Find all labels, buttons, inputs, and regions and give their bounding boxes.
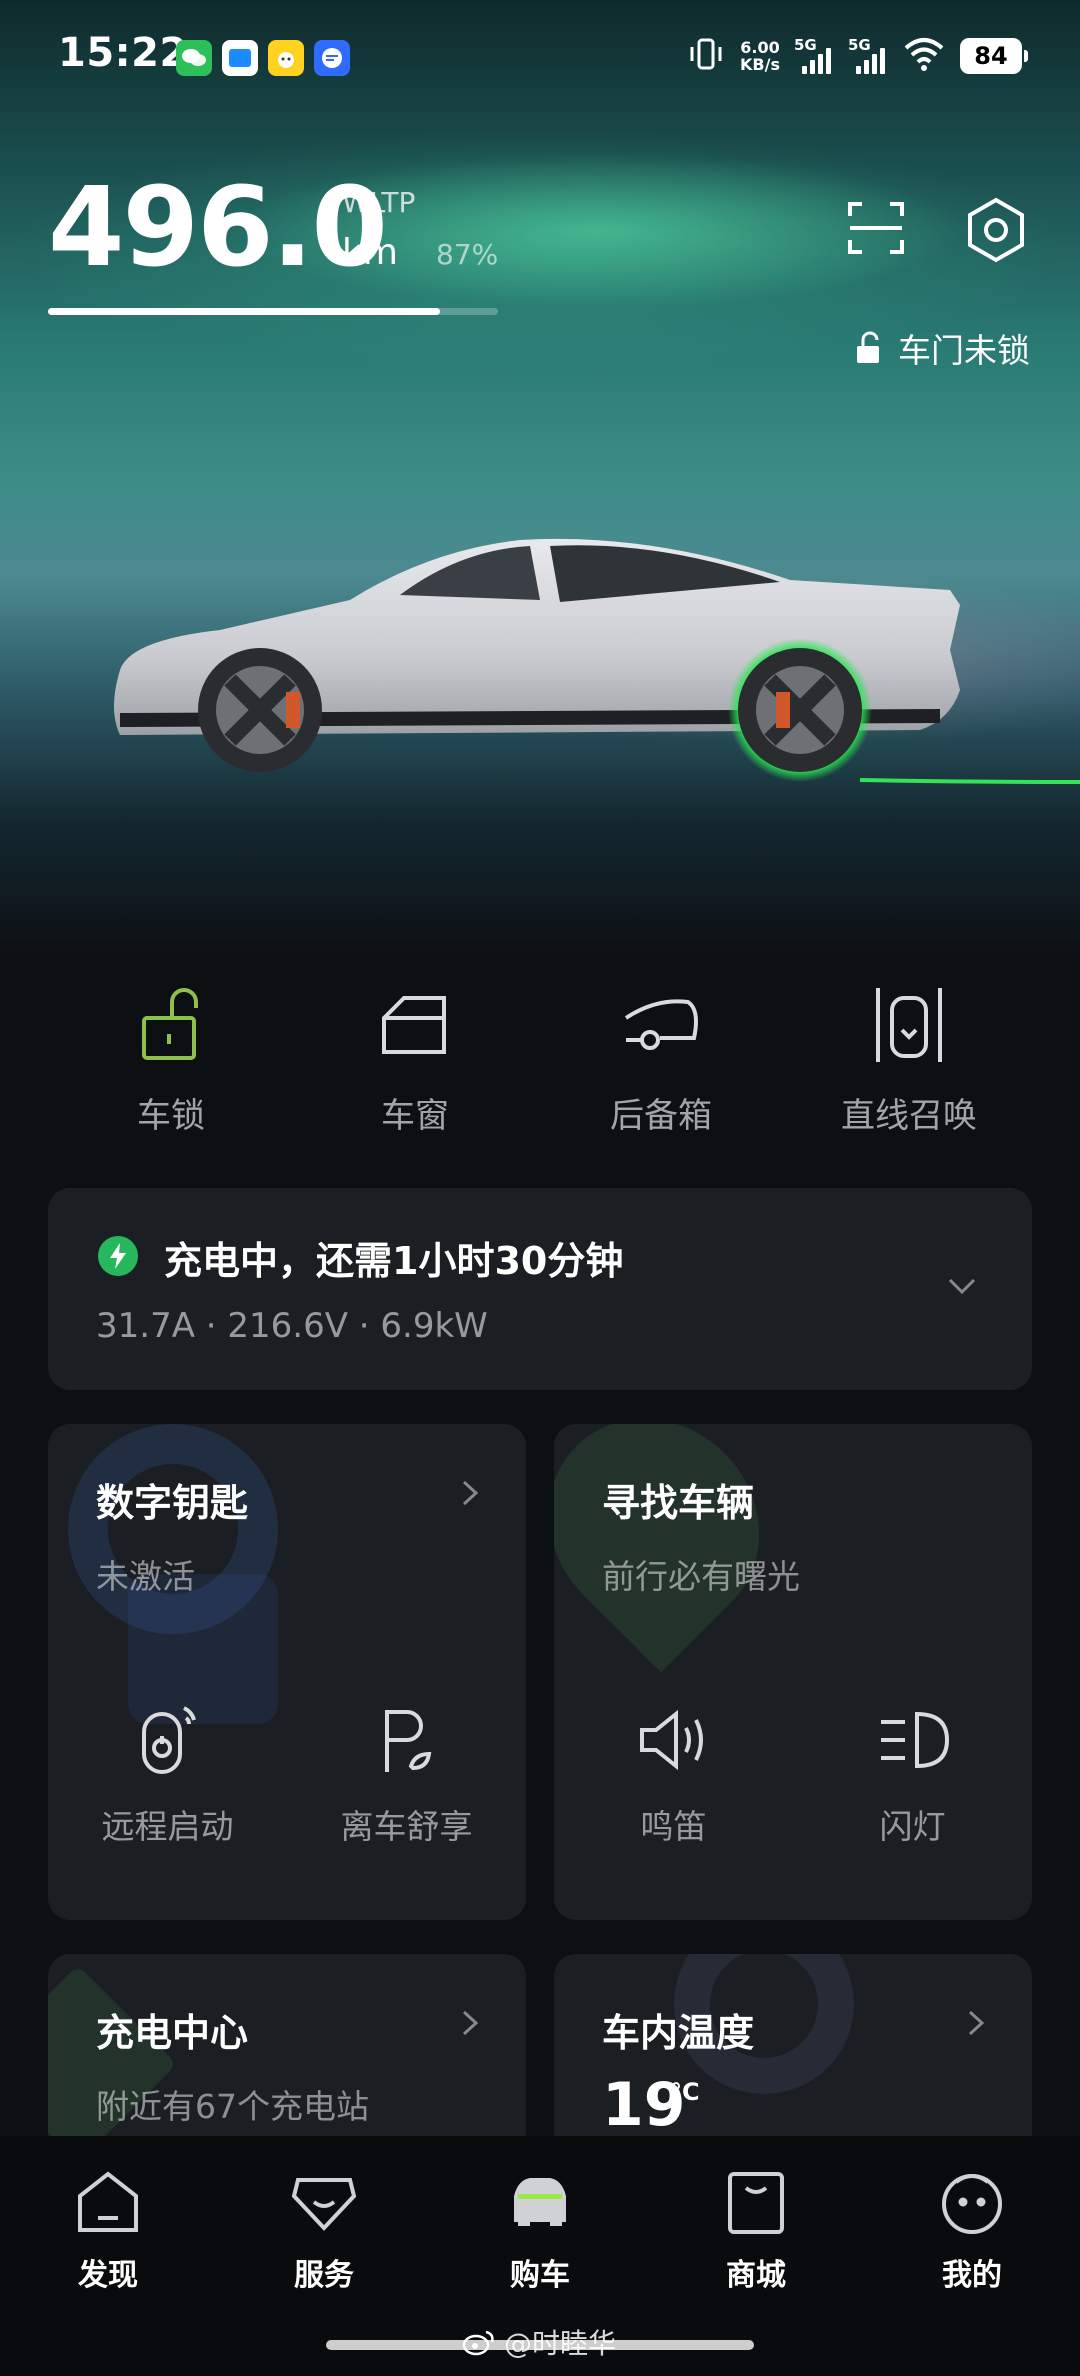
car-icon bbox=[504, 2166, 576, 2238]
nav-profile[interactable]: 我的 bbox=[864, 2166, 1080, 2294]
battery-indicator: 84 bbox=[960, 38, 1028, 74]
quick-window-button[interactable]: 车窗 bbox=[290, 980, 540, 1137]
status-bar: 15:22 6.00 KB/s 5G 5G 84 bbox=[0, 0, 1080, 118]
nav-service[interactable]: 服务 bbox=[216, 2166, 432, 2294]
chevron-down-icon[interactable] bbox=[944, 1268, 980, 1304]
quick-lock-button[interactable]: 车锁 bbox=[46, 980, 296, 1137]
digital-key-card[interactable]: 数字钥匙 未激活 远程启动 离车舒享 bbox=[48, 1424, 526, 1920]
app-yellow-icon bbox=[268, 40, 304, 76]
app-messenger-icon bbox=[314, 40, 350, 76]
nav-buy-car-label: 购车 bbox=[510, 2258, 570, 2293]
watermark: @时睦华 bbox=[462, 2322, 616, 2362]
flash-lights-button[interactable]: 闪灯 bbox=[793, 1700, 1032, 1848]
quick-trunk-label: 后备箱 bbox=[610, 1096, 712, 1136]
quick-window-label: 车窗 bbox=[381, 1096, 449, 1136]
shop-icon bbox=[720, 2166, 792, 2238]
range-percent: 87% bbox=[436, 238, 499, 271]
door-status[interactable]: 车门未锁 bbox=[854, 324, 1030, 372]
charging-title: 充电中，还需1小时30分钟 bbox=[164, 1239, 624, 1283]
range-progress-bar bbox=[48, 308, 498, 315]
horn-button[interactable]: 鸣笛 bbox=[554, 1700, 793, 1848]
find-vehicle-card[interactable]: 寻找车辆 前行必有曙光 鸣笛 闪灯 bbox=[554, 1424, 1032, 1920]
trunk-icon bbox=[616, 980, 706, 1070]
headlight-icon bbox=[873, 1700, 953, 1780]
charging-status-card[interactable]: 充电中，还需1小时30分钟 31.7A · 216.6V · 6.9kW bbox=[48, 1188, 1032, 1390]
find-vehicle-subtitle: 前行必有曙光 bbox=[602, 1557, 800, 1596]
nav-discover-label: 发现 bbox=[78, 2258, 138, 2293]
quick-trunk-button[interactable]: 后备箱 bbox=[536, 980, 786, 1137]
charging-center-title: 充电中心 bbox=[96, 2011, 249, 2055]
charging-detail: 31.7A · 216.6V · 6.9kW bbox=[96, 1306, 488, 1346]
range-progress-fill bbox=[48, 308, 440, 315]
chevron-right-icon[interactable] bbox=[452, 2006, 486, 2040]
summon-icon bbox=[864, 980, 954, 1070]
nav-service-label: 服务 bbox=[294, 2258, 354, 2293]
signal-sim1-icon: 5G bbox=[794, 36, 834, 76]
nav-shop-label: 商城 bbox=[726, 2258, 786, 2293]
chevron-right-icon[interactable] bbox=[958, 2006, 992, 2040]
chevron-right-icon[interactable] bbox=[452, 1476, 486, 1510]
flash-lights-label: 闪灯 bbox=[879, 1807, 946, 1846]
discover-icon bbox=[72, 2166, 144, 2238]
net-speed-value: 6.00 bbox=[740, 38, 780, 57]
nav-buy-car[interactable]: 购车 bbox=[432, 2166, 648, 2294]
charging-center-decoration bbox=[48, 1965, 177, 2163]
net-speed-unit: KB/s bbox=[740, 55, 780, 74]
nav-profile-label: 我的 bbox=[942, 2258, 1002, 2293]
wifi-icon bbox=[902, 34, 946, 78]
signal-sim2-icon: 5G bbox=[848, 36, 888, 76]
cabin-temperature-unit: °C bbox=[670, 2078, 700, 2106]
quick-controls: 车锁 车窗 后备箱 直线召唤 bbox=[0, 980, 1080, 1140]
vibrate-icon bbox=[686, 34, 726, 78]
quick-summon-label: 直线召唤 bbox=[841, 1096, 977, 1136]
app-blue-icon bbox=[222, 40, 258, 76]
door-unlocked-icon bbox=[857, 331, 879, 363]
range-unit: km bbox=[342, 232, 398, 273]
digital-key-subtitle: 未激活 bbox=[96, 1557, 195, 1596]
status-time: 15:22 bbox=[58, 30, 188, 76]
horn-label: 鸣笛 bbox=[640, 1807, 707, 1846]
charging-center-subtitle: 附近有67个充电站 bbox=[96, 2087, 369, 2126]
charging-bolt-icon bbox=[98, 1236, 138, 1276]
parking-comfort-icon bbox=[367, 1700, 447, 1780]
car-image bbox=[114, 538, 1080, 784]
horn-icon bbox=[634, 1700, 714, 1780]
service-icon bbox=[288, 2166, 360, 2238]
door-status-label: 车门未锁 bbox=[898, 331, 1030, 370]
quick-lock-label: 车锁 bbox=[137, 1096, 205, 1136]
range-value: 496.0 bbox=[48, 163, 388, 291]
nav-shop[interactable]: 商城 bbox=[648, 2166, 864, 2294]
hero-background bbox=[0, 0, 1080, 960]
window-icon bbox=[370, 980, 460, 1070]
remote-start-button[interactable]: 远程启动 bbox=[48, 1700, 287, 1848]
quick-summon-button[interactable]: 直线召唤 bbox=[784, 980, 1034, 1137]
remote-start-icon bbox=[128, 1700, 208, 1780]
remote-start-label: 远程启动 bbox=[101, 1807, 234, 1846]
net-speed: 6.00 KB/s bbox=[740, 39, 780, 73]
location-pin-decoration bbox=[554, 1424, 803, 1673]
parking-comfort-button[interactable]: 离车舒享 bbox=[287, 1700, 526, 1848]
profile-icon bbox=[936, 2166, 1008, 2238]
wechat-icon bbox=[176, 40, 212, 76]
nav-discover[interactable]: 发现 bbox=[0, 2166, 216, 2294]
parking-comfort-label: 离车舒享 bbox=[340, 1807, 473, 1846]
settings-icon[interactable] bbox=[962, 196, 1030, 264]
watermark-text: @时睦华 bbox=[504, 2327, 617, 2360]
range-standard: WLTP bbox=[342, 186, 416, 219]
find-vehicle-title: 寻找车辆 bbox=[602, 1481, 755, 1525]
unlock-icon bbox=[126, 980, 216, 1070]
cabin-temperature-title: 车内温度 bbox=[602, 2011, 755, 2055]
scan-icon[interactable] bbox=[846, 198, 906, 258]
digital-key-title: 数字钥匙 bbox=[96, 1481, 249, 1525]
weibo-icon bbox=[462, 2330, 494, 2356]
